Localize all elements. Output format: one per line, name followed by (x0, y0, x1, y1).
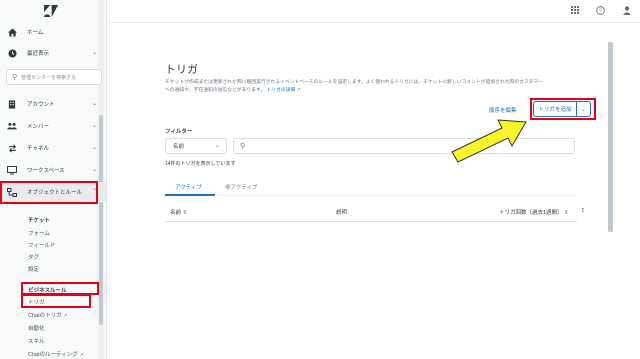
tickets-heading: チケット (28, 218, 51, 224)
nav-account-label: アカウント (27, 102, 55, 108)
admin-center: ホーム 最近表示 ⌄ ⚲ 管理センターを検索する アカウント ⌄ メンバー ⌄ (0, 0, 640, 359)
chevron-down-icon: ⌄ (91, 50, 97, 56)
highlight-triggers (21, 294, 91, 308)
arrows-icon (7, 143, 17, 153)
column-header-usage-label: トリガ回数（過去1週間） (499, 210, 563, 216)
help-icon[interactable]: ? (596, 6, 605, 17)
nav-workspaces[interactable]: ワークスペース ⌄ (0, 160, 106, 180)
nav-channels[interactable]: チャネル ⌄ (0, 138, 106, 158)
nav-workspaces-label: ワークスペース (27, 168, 65, 174)
nav-recent[interactable]: 最近表示 ⌄ (0, 43, 106, 63)
external-link-icon: ↗ (63, 313, 68, 319)
filter-select-value: 名前 (173, 144, 185, 150)
sidebar-item-tags[interactable]: タグ (28, 253, 39, 261)
edit-order-button[interactable]: 順序を編集 (489, 106, 517, 114)
sidebar-search-placeholder: 管理センターを検索する (21, 74, 77, 81)
tab-inactive[interactable]: 非アクティブ (225, 183, 257, 191)
sidebar-item-chat-triggers-label: Chatのトリガ (28, 313, 62, 319)
zendesk-logo[interactable] (44, 5, 58, 17)
filter-select[interactable]: 名前 ⌄ (165, 138, 227, 154)
tab-active[interactable]: アクティブ (175, 183, 202, 191)
highlight-objects-rules (0, 181, 98, 204)
nav-members[interactable]: メンバー ⌄ (0, 116, 106, 136)
chevron-down-icon: ⌄ (214, 143, 220, 149)
chevron-down-icon: ⌄ (91, 123, 97, 129)
apps-grid-icon[interactable] (571, 6, 579, 16)
nav-channels-label: チャネル (27, 146, 49, 152)
sort-icon: ⇕ (564, 210, 569, 216)
nav-recent-label: 最近表示 (27, 51, 50, 57)
building-icon (7, 99, 17, 109)
chevron-down-icon: ⌄ (91, 145, 97, 151)
people-icon (7, 121, 17, 131)
column-header-name-label: 名前 (170, 210, 182, 216)
table-header-divider (165, 221, 577, 222)
search-icon: ⚲ (240, 143, 246, 150)
top-header: ? (107, 0, 640, 23)
svg-text:?: ? (599, 9, 602, 15)
user-icon[interactable] (623, 6, 631, 17)
tab-divider (165, 195, 577, 196)
home-icon (7, 27, 17, 37)
sidebar-search-input[interactable]: ⚲ 管理センターを検索する (6, 69, 102, 85)
sidebar-item-chat-triggers[interactable]: Chatのトリガ ↗ (28, 311, 67, 319)
column-header-description: 説明 (336, 210, 348, 216)
sidebar-item-forms[interactable]: フォーム (28, 229, 50, 237)
active-tab-indicator (165, 194, 215, 196)
nav-members-label: メンバー (27, 124, 50, 130)
trigger-details-link[interactable]: トリガの詳細 (266, 88, 295, 93)
clock-icon (7, 48, 17, 58)
sidebar-item-automations[interactable]: 自動化 (28, 324, 45, 332)
external-link-icon: ↗ (79, 352, 84, 358)
column-header-name[interactable]: 名前 ⇕ (170, 208, 187, 216)
main-scrollbar[interactable] (608, 42, 613, 232)
nav-home[interactable]: ホーム (0, 22, 106, 42)
chevron-down-icon: ⌄ (91, 167, 97, 173)
highlight-add-trigger (530, 98, 596, 120)
column-options-icon[interactable]: ⋮ (580, 208, 586, 214)
monitor-icon (7, 165, 17, 175)
nav-home-label: ホーム (27, 30, 44, 36)
sidebar-item-fields[interactable]: フィールド (28, 241, 55, 249)
sidebar-item-settings[interactable]: 設定 (28, 265, 39, 273)
sort-icon: ⇕ (182, 210, 188, 216)
search-icon: ⚲ (12, 74, 18, 81)
page-title: トリガ (165, 64, 198, 76)
sidebar-item-skills[interactable]: スキル (28, 337, 45, 345)
nav-account[interactable]: アカウント ⌄ (0, 94, 106, 114)
sidebar-item-chat-routing[interactable]: Chatのルーティング ↗ (28, 350, 84, 358)
page-description: チケットが作成または更新された際に毎回実行されるイベントベースのルールを設定しま… (165, 79, 545, 94)
trigger-count: 14件のトリガを表示しています (165, 161, 236, 167)
column-header-usage[interactable]: トリガ回数（過去1週間） ⇕ (499, 208, 569, 216)
external-link-icon: ↗ (296, 87, 301, 93)
page-description-text: チケットが作成または更新された際に毎回実行されるイベントベースのルールを設定しま… (165, 80, 544, 93)
sidebar-item-chat-routing-label: Chatのルーティング (28, 352, 78, 358)
filter-label: フィルター (165, 129, 193, 135)
chevron-down-icon: ⌄ (91, 101, 97, 107)
yellow-arrow-pointer (451, 119, 527, 163)
main-content: トリガ チケットが作成または更新された際に毎回実行されるイベントベースのルールを… (107, 23, 607, 359)
